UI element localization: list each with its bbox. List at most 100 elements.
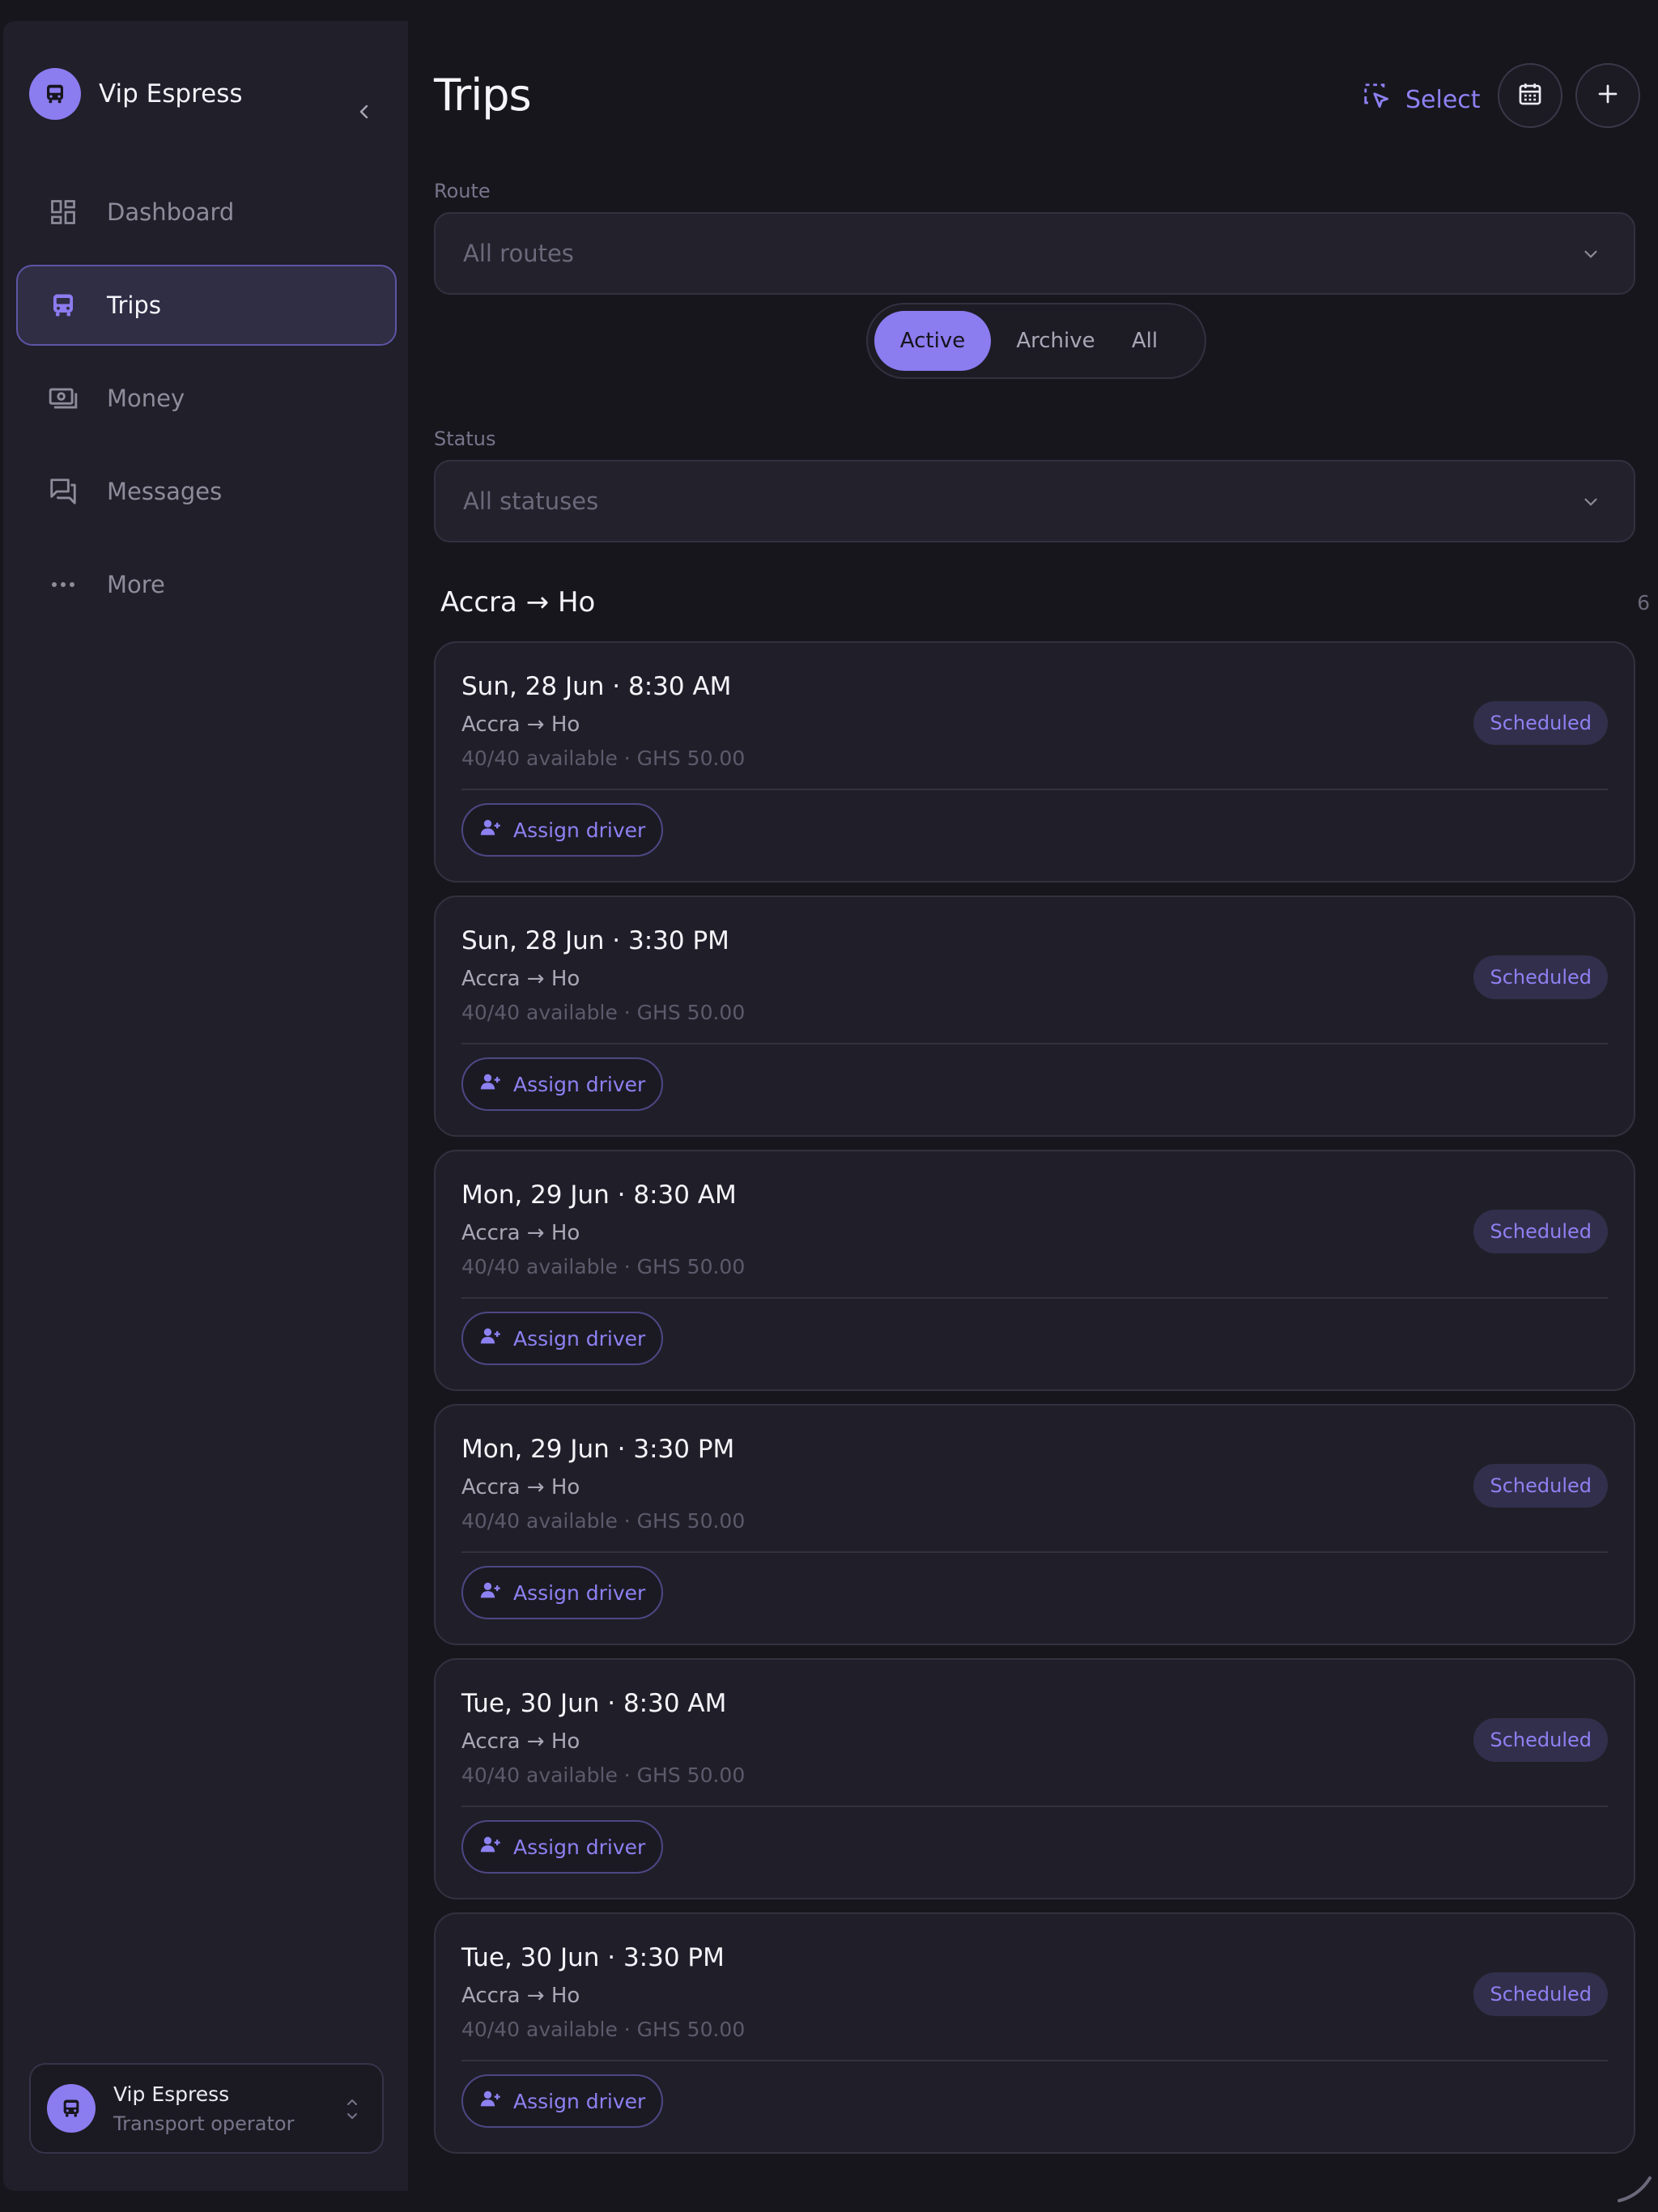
route-group-count: 6 <box>1637 591 1650 615</box>
account-role: Transport operator <box>113 2112 295 2135</box>
status-badge: Scheduled <box>1473 1718 1608 1762</box>
calendar-button[interactable] <box>1498 63 1562 128</box>
assign-driver-button[interactable]: Assign driver <box>461 1057 664 1111</box>
tab-archive[interactable]: Archive <box>991 311 1120 371</box>
chevron-up-down-icon <box>345 2095 359 2126</box>
assign-driver-label: Assign driver <box>513 1072 646 1096</box>
route-filter-label: Route <box>434 180 491 202</box>
status-badge: Scheduled <box>1473 1464 1608 1508</box>
status-badge: Scheduled <box>1473 1210 1608 1253</box>
route-select-value: All routes <box>463 240 574 267</box>
page-title: Trips <box>434 70 532 121</box>
sidebar-nav: Dashboard Trips Money Messages More <box>16 172 397 637</box>
trip-datetime: Mon, 29 Jun · 3:30 PM <box>461 1435 735 1464</box>
trip-availability: 40/40 available · GHS 50.00 <box>461 1255 746 1278</box>
status-badge: Scheduled <box>1473 701 1608 745</box>
resize-handle-icon[interactable] <box>1614 2163 1655 2207</box>
money-icon <box>47 382 79 415</box>
chevron-down-icon <box>1580 243 1601 270</box>
divider <box>461 1806 1608 1807</box>
add-user-icon <box>479 1833 502 1861</box>
trip-datetime: Sun, 28 Jun · 8:30 AM <box>461 672 732 701</box>
trip-scope-tabs: Active Archive All <box>866 303 1206 379</box>
select-button[interactable]: Select <box>1362 81 1481 118</box>
trip-card[interactable]: Mon, 29 Jun · 8:30 AM Accra → Ho 40/40 a… <box>434 1150 1635 1391</box>
plus-icon <box>1596 82 1620 109</box>
status-badge: Scheduled <box>1473 955 1608 999</box>
brand[interactable]: Vip Espress <box>29 68 243 120</box>
tab-all[interactable]: All <box>1120 311 1169 371</box>
trip-card[interactable]: Sun, 28 Jun · 3:30 PM Accra → Ho 40/40 a… <box>434 895 1635 1137</box>
sidebar-item-label: Money <box>107 385 185 412</box>
assign-driver-button[interactable]: Assign driver <box>461 1566 664 1619</box>
sidebar-item-more[interactable]: More <box>16 544 397 625</box>
divider <box>461 1043 1608 1044</box>
assign-driver-button[interactable]: Assign driver <box>461 1820 664 1874</box>
add-user-icon <box>479 816 502 844</box>
status-badge: Scheduled <box>1473 1972 1608 2016</box>
bus-icon <box>47 289 79 321</box>
trip-card[interactable]: Mon, 29 Jun · 3:30 PM Accra → Ho 40/40 a… <box>434 1404 1635 1645</box>
assign-driver-button[interactable]: Assign driver <box>461 803 664 857</box>
sidebar-item-label: Messages <box>107 478 223 505</box>
select-label: Select <box>1405 85 1481 114</box>
trip-availability: 40/40 available · GHS 50.00 <box>461 1001 746 1024</box>
main-content: Trips Select Route All routes Active Arc… <box>408 21 1658 2191</box>
add-user-icon <box>479 1579 502 1606</box>
divider <box>461 2060 1608 2061</box>
trip-card[interactable]: Tue, 30 Jun · 3:30 PM Accra → Ho 40/40 a… <box>434 1912 1635 2154</box>
account-name: Vip Espress <box>113 2082 230 2106</box>
trip-datetime: Tue, 30 Jun · 3:30 PM <box>461 1943 725 1972</box>
more-icon <box>47 568 79 601</box>
divider <box>461 1297 1608 1299</box>
divider <box>461 789 1608 790</box>
divider <box>461 1551 1608 1553</box>
sidebar-item-label: Dashboard <box>107 198 235 226</box>
trip-list: Sun, 28 Jun · 8:30 AM Accra → Ho 40/40 a… <box>434 641 1635 2167</box>
account-switcher[interactable]: Vip Espress Transport operator <box>29 2063 384 2154</box>
messages-icon <box>47 475 79 508</box>
chevron-down-icon <box>1580 491 1601 518</box>
calendar-icon <box>1516 80 1544 111</box>
trip-route: Accra → Ho <box>461 1984 580 2008</box>
trip-availability: 40/40 available · GHS 50.00 <box>461 1509 746 1533</box>
assign-driver-label: Assign driver <box>513 1326 646 1351</box>
add-trip-button[interactable] <box>1575 63 1640 128</box>
select-cursor-icon <box>1362 81 1392 118</box>
sidebar-item-label: More <box>107 571 165 598</box>
assign-driver-button[interactable]: Assign driver <box>461 2074 664 2128</box>
route-group-title: Accra → Ho <box>440 586 596 619</box>
collapse-sidebar-icon[interactable] <box>350 97 379 126</box>
trip-datetime: Mon, 29 Jun · 8:30 AM <box>461 1180 737 1210</box>
tab-active[interactable]: Active <box>874 311 991 371</box>
dashboard-icon <box>47 196 79 228</box>
trip-datetime: Sun, 28 Jun · 3:30 PM <box>461 926 729 955</box>
trip-route: Accra → Ho <box>461 713 580 737</box>
add-user-icon <box>479 2087 502 2115</box>
sidebar-item-label: Trips <box>107 291 161 319</box>
add-user-icon <box>479 1070 502 1098</box>
status-select[interactable]: All statuses <box>434 460 1635 542</box>
trip-availability: 40/40 available · GHS 50.00 <box>461 747 746 770</box>
add-user-icon <box>479 1325 502 1352</box>
sidebar-item-messages[interactable]: Messages <box>16 451 397 532</box>
brand-name: Vip Espress <box>99 79 243 108</box>
assign-driver-label: Assign driver <box>513 2089 646 2113</box>
sidebar-item-trips[interactable]: Trips <box>16 265 397 346</box>
sidebar-item-money[interactable]: Money <box>16 358 397 439</box>
trip-card[interactable]: Sun, 28 Jun · 8:30 AM Accra → Ho 40/40 a… <box>434 641 1635 883</box>
trip-route: Accra → Ho <box>461 1475 580 1499</box>
trip-route: Accra → Ho <box>461 1221 580 1245</box>
trip-availability: 40/40 available · GHS 50.00 <box>461 2018 746 2041</box>
assign-driver-button[interactable]: Assign driver <box>461 1312 664 1365</box>
account-avatar <box>47 2084 96 2133</box>
trip-card[interactable]: Tue, 30 Jun · 8:30 AM Accra → Ho 40/40 a… <box>434 1658 1635 1899</box>
trip-availability: 40/40 available · GHS 50.00 <box>461 1763 746 1787</box>
sidebar-item-dashboard[interactable]: Dashboard <box>16 172 397 253</box>
assign-driver-label: Assign driver <box>513 1580 646 1605</box>
assign-driver-label: Assign driver <box>513 818 646 842</box>
trip-datetime: Tue, 30 Jun · 8:30 AM <box>461 1689 727 1718</box>
status-filter-label: Status <box>434 428 496 450</box>
route-select[interactable]: All routes <box>434 212 1635 295</box>
assign-driver-label: Assign driver <box>513 1835 646 1859</box>
